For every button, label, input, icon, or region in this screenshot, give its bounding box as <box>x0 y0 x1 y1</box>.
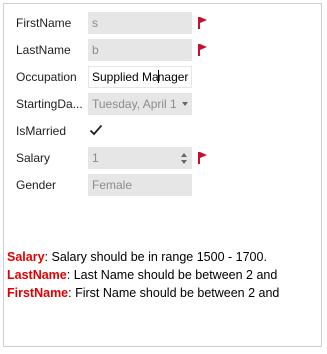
is-married-checkbox[interactable] <box>88 122 104 138</box>
gender-row: Gender Female <box>16 174 316 196</box>
starting-date-value: Tuesday, April 12 <box>92 97 176 111</box>
is-married-label: IsMarried <box>16 124 67 138</box>
occupation-row: Occupation Supplied Manager <box>16 66 316 88</box>
occupation-input[interactable]: Supplied Manager <box>88 66 192 88</box>
first-name-input[interactable]: s <box>88 12 192 34</box>
error-flag-icon <box>198 17 207 29</box>
error-field-name: LastName <box>7 268 67 282</box>
salary-numeric-input[interactable]: 1 <box>88 147 192 169</box>
error-field-name: Salary <box>7 250 45 264</box>
occupation-value-end: nager <box>157 70 189 84</box>
gender-label: Gender <box>16 178 57 192</box>
checkmark-icon <box>89 124 103 136</box>
chevron-down-icon[interactable] <box>182 102 188 106</box>
validation-error: FirstName: First Name should be between … <box>7 284 323 302</box>
first-name-label: FirstName <box>16 16 72 30</box>
error-field-name: FirstName <box>7 286 69 300</box>
salary-label: Salary <box>16 151 51 165</box>
occupation-value-start: Supplied Ma <box>92 70 159 84</box>
gender-select[interactable]: Female <box>88 174 192 196</box>
starting-date-label: StartingDa... <box>16 97 83 111</box>
is-married-row: IsMarried <box>16 120 316 142</box>
spin-up-icon[interactable] <box>181 153 187 157</box>
salary-row: Salary 1 <box>16 147 316 169</box>
validation-summary: Salary: Salary should be in range 1500 -… <box>7 248 323 302</box>
first-name-row: FirstName s <box>16 12 316 34</box>
error-message: Salary should be in range 1500 - 1700. <box>51 250 267 264</box>
salary-value: 1 <box>92 151 99 165</box>
error-message: Last Name should be between 2 and <box>73 268 278 282</box>
error-message: First Name should be between 2 and <box>75 286 280 300</box>
spin-down-icon[interactable] <box>181 160 187 164</box>
validation-error: LastName: Last Name should be between 2 … <box>7 266 323 284</box>
occupation-label: Occupation <box>16 70 77 84</box>
error-separator: : <box>66 268 74 282</box>
error-flag-icon <box>198 44 207 56</box>
error-flag-icon <box>198 152 207 164</box>
last-name-input[interactable]: b <box>88 39 192 61</box>
validation-error: Salary: Salary should be in range 1500 -… <box>7 248 323 266</box>
last-name-row: LastName b <box>16 39 316 61</box>
starting-date-row: StartingDa... Tuesday, April 12 <box>16 93 316 115</box>
last-name-label: LastName <box>16 43 71 57</box>
starting-date-picker[interactable]: Tuesday, April 12 <box>88 93 192 115</box>
